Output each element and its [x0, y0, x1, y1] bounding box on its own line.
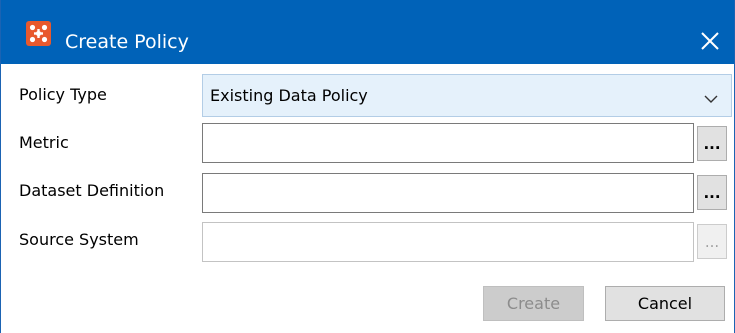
dialog-title: Create Policy: [65, 31, 189, 53]
dataset-definition-input[interactable]: [202, 173, 694, 213]
source-system-label: Source System: [19, 230, 139, 249]
policy-type-label: Policy Type: [19, 85, 107, 104]
create-policy-dialog: Create Policy Policy Type Existing Data …: [0, 0, 735, 333]
close-button[interactable]: [695, 26, 725, 56]
dataset-definition-browse-button[interactable]: ...: [697, 175, 727, 210]
close-icon: [701, 32, 719, 50]
source-system-input: [202, 222, 694, 262]
title-bar: Create Policy: [1, 0, 734, 64]
metric-browse-button[interactable]: ...: [697, 126, 727, 161]
policy-type-value: Existing Data Policy: [210, 86, 368, 105]
chevron-down-icon: [703, 90, 719, 103]
create-button[interactable]: Create: [483, 286, 584, 321]
cancel-button[interactable]: Cancel: [605, 286, 725, 321]
app-logo-icon: [26, 21, 51, 46]
metric-input[interactable]: [202, 123, 694, 163]
policy-type-select[interactable]: Existing Data Policy: [202, 74, 732, 117]
metric-label: Metric: [19, 133, 69, 152]
dataset-definition-label: Dataset Definition: [19, 181, 165, 200]
source-system-browse-button: ...: [697, 224, 727, 259]
